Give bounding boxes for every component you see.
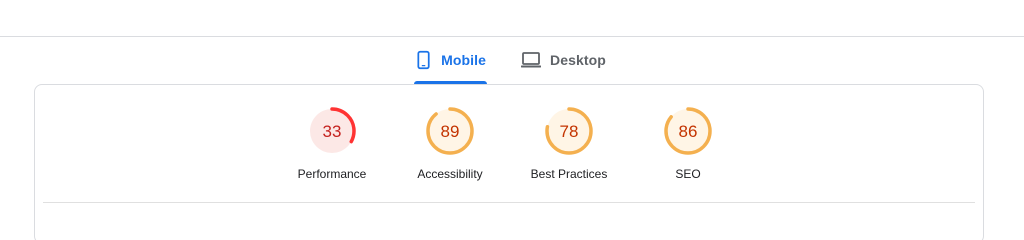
score-value: 78	[560, 122, 579, 141]
tab-desktop[interactable]: Desktop	[520, 37, 616, 83]
smartphone-icon	[417, 50, 430, 70]
score-value: 33	[323, 122, 342, 141]
score-value: 86	[679, 122, 698, 141]
score-seo[interactable]: 86 SEO	[618, 105, 758, 181]
laptop-icon	[521, 52, 541, 68]
card-divider	[43, 202, 975, 203]
score-label: SEO	[675, 167, 701, 181]
tab-mobile-label: Mobile	[441, 52, 486, 68]
scores-card: 33 Performance 89 Accessibility 78 Best …	[34, 84, 984, 240]
gauge-seo: 86	[664, 107, 712, 155]
gauge-performance: 33	[308, 107, 356, 155]
page: Mobile Desktop 33 Performance 89 Accessi…	[0, 0, 1024, 240]
tab-mobile[interactable]: Mobile	[414, 37, 486, 83]
gauge-best-practices: 78	[545, 107, 593, 155]
tab-desktop-label: Desktop	[550, 52, 606, 68]
gauge-accessibility: 89	[426, 107, 474, 155]
device-tabs: Mobile Desktop	[0, 37, 1024, 83]
score-value: 89	[441, 122, 460, 141]
